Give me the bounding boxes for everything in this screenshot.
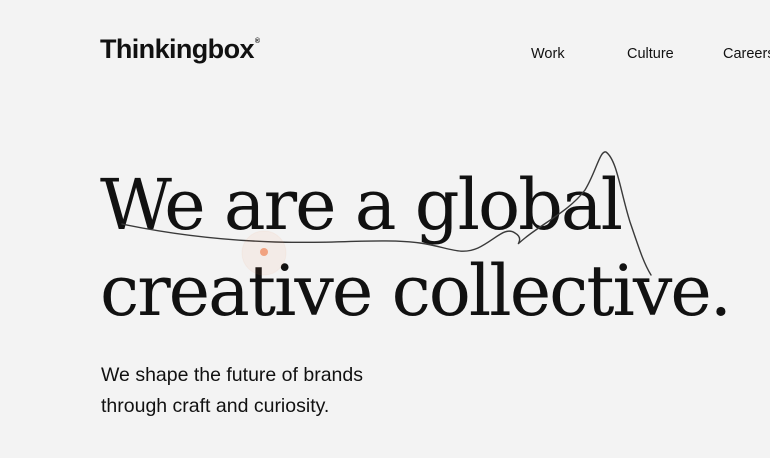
logo-text: Thinkingbox xyxy=(100,34,254,64)
nav-link-careers[interactable]: Careers xyxy=(723,47,770,62)
hero-headline: We are a global creative collective. xyxy=(100,162,732,334)
registered-mark: ® xyxy=(254,38,260,45)
hero-subtitle: We shape the future of brands through cr… xyxy=(101,360,363,422)
nav-link-work[interactable]: Work xyxy=(531,47,565,62)
subtitle-line-1: We shape the future of brands xyxy=(101,364,363,386)
page: Thinkingbox® Work Culture Careers We are… xyxy=(0,0,770,458)
subtitle-line-2: through craft and curiosity. xyxy=(101,395,330,417)
headline-line-1: We are a global xyxy=(100,164,623,246)
logo[interactable]: Thinkingbox® xyxy=(100,34,260,64)
nav-link-culture[interactable]: Culture xyxy=(627,47,674,62)
headline-line-2: creative collective. xyxy=(100,250,732,332)
